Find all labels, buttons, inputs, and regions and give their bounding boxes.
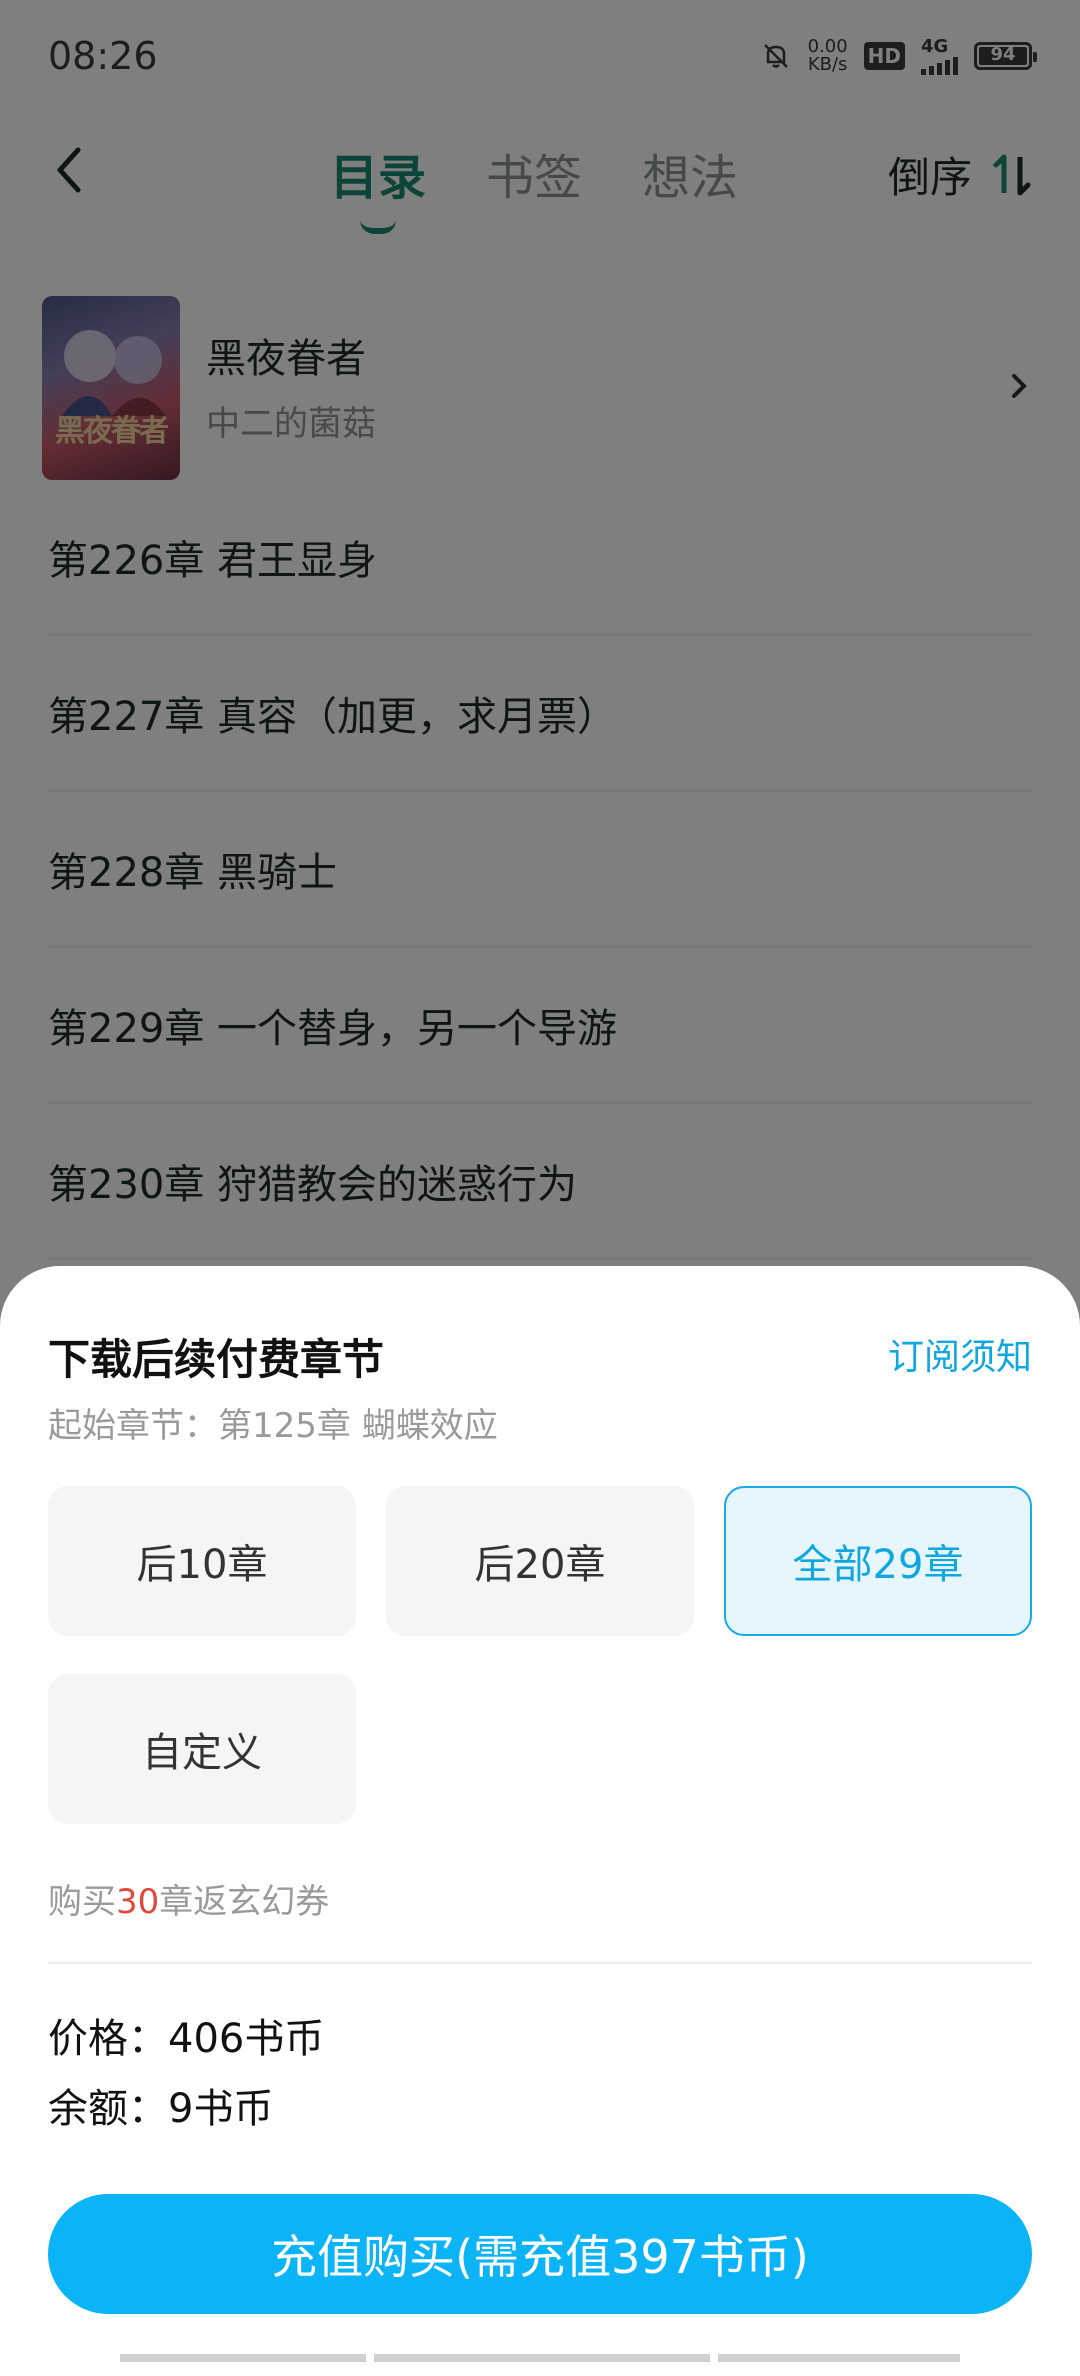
recharge-buy-button[interactable]: 充值购买(需充值397书币) (48, 2194, 1032, 2314)
download-sheet: 下载后续付费章节 订阅须知 起始章节：第125章 蝴蝶效应 后10章 后20章 … (0, 1266, 1080, 2376)
subscription-notice-link[interactable]: 订阅须知 (888, 1328, 1032, 1380)
balance-label: 余额：9书币 (48, 2086, 274, 2132)
gesture-bar (120, 2354, 960, 2362)
gesture-bar-segment (120, 2354, 366, 2362)
promo-prefix: 购买 (48, 1882, 116, 1922)
promo-text: 购买30章返玄幻券 (48, 1874, 329, 1923)
option-custom[interactable]: 自定义 (48, 1674, 356, 1824)
divider (48, 1962, 1032, 1964)
promo-suffix: 章返玄幻券 (159, 1882, 330, 1922)
price-label: 价格：406书币 (48, 2016, 325, 2062)
option-next-20[interactable]: 后20章 (386, 1486, 694, 1636)
sheet-title: 下载后续付费章节 (48, 1335, 385, 1384)
start-chapter-label: 起始章节：第125章 蝴蝶效应 (48, 1406, 498, 1446)
gesture-bar-segment (718, 2354, 960, 2362)
gesture-bar-segment (374, 2354, 710, 2362)
promo-count: 30 (116, 1882, 160, 1922)
option-all-29[interactable]: 全部29章 (724, 1486, 1032, 1636)
option-next-10[interactable]: 后10章 (48, 1486, 356, 1636)
